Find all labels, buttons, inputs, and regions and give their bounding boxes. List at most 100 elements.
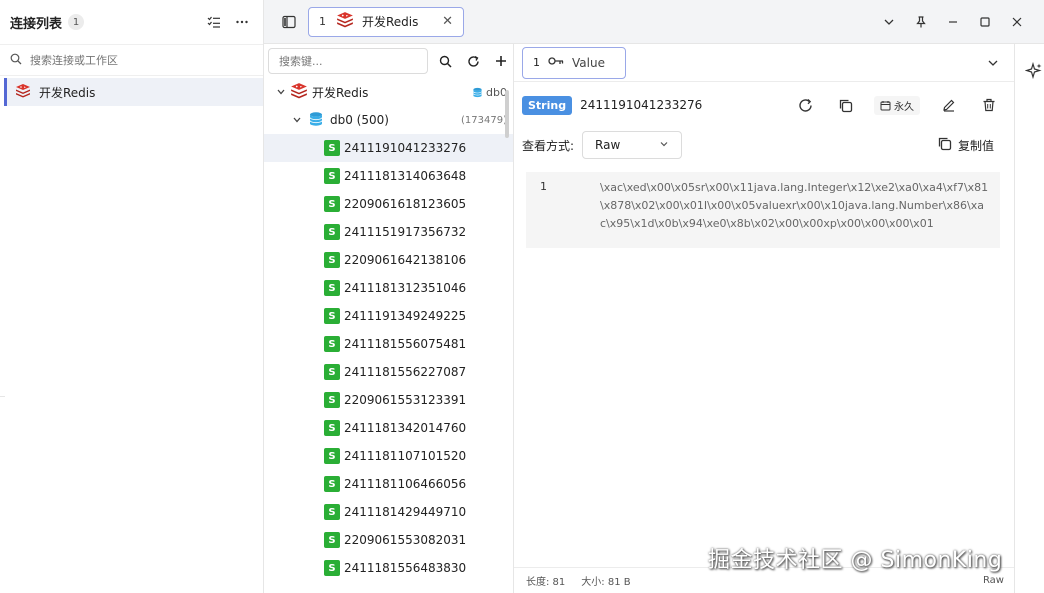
string-type-badge: S: [324, 532, 340, 548]
key-row[interactable]: S 2411181556075481: [264, 330, 513, 358]
key-row-label: 2411181107101520: [344, 449, 467, 463]
tree-db-row[interactable]: db0 (500) (173479): [264, 106, 513, 134]
search-icon[interactable]: [434, 50, 456, 72]
key-row-label: 2411181556227087: [344, 365, 467, 379]
tree-connection-row[interactable]: 开发Redis db0: [264, 78, 513, 106]
key-row-label: 2209061553082031: [344, 533, 467, 547]
tree-db-label: db0 (500): [330, 113, 389, 127]
key-row[interactable]: S 2411181556227087: [264, 358, 513, 386]
value-text[interactable]: \xac\xed\x00\x05sr\x00\x11java.lang.Inte…: [600, 179, 1000, 248]
key-row-label: 2411191041233276: [344, 141, 467, 155]
key-name[interactable]: 2411191041233276: [580, 98, 702, 112]
delete-icon[interactable]: [978, 94, 1000, 116]
key-row-label: 2411151917356732: [344, 225, 467, 239]
key-header: String 2411191041233276 永久: [514, 82, 1014, 128]
view-mode-value: Raw: [595, 138, 621, 152]
redis-icon: [15, 83, 31, 102]
value-editor[interactable]: 1 \xac\xed\x00\x05sr\x00\x11java.lang.In…: [526, 172, 1000, 248]
pin-icon[interactable]: [910, 11, 932, 33]
key-row[interactable]: S 2411181556483830: [264, 554, 513, 582]
ttl-label: 永久: [894, 101, 914, 113]
chevron-down-icon[interactable]: [982, 52, 1004, 74]
connection-search: [0, 44, 263, 76]
maximize-icon[interactable]: [974, 11, 996, 33]
status-length: 长度: 81: [526, 577, 566, 588]
key-row-label: 2209061618123605: [344, 197, 467, 211]
ttl-button[interactable]: 永久: [874, 95, 920, 115]
edit-icon[interactable]: [938, 94, 960, 116]
key-row-label: 2411181556075481: [344, 337, 467, 351]
tree-connection-db: db0: [472, 86, 507, 99]
line-number: 1: [540, 180, 547, 193]
string-type-badge: S: [324, 476, 340, 492]
string-type-badge: S: [324, 308, 340, 324]
divider: [0, 396, 5, 397]
key-row[interactable]: S 2411181314063648: [264, 162, 513, 190]
string-type-badge: S: [324, 364, 340, 380]
key-row[interactable]: S 2209061553123391: [264, 386, 513, 414]
key-row[interactable]: S 2411181106466056: [264, 470, 513, 498]
key-row[interactable]: S 2209061618123605: [264, 190, 513, 218]
status-size: 大小: 81 B: [581, 577, 631, 588]
chevron-down-icon[interactable]: [878, 11, 900, 33]
refresh-icon[interactable]: [794, 94, 816, 116]
window-controls: [878, 11, 1044, 33]
string-type-badge: S: [324, 252, 340, 268]
refresh-icon[interactable]: [462, 50, 484, 72]
connection-search-input[interactable]: [30, 53, 230, 67]
key-row[interactable]: S 2411181312351046: [264, 274, 513, 302]
copy-value-button[interactable]: 复制值: [937, 136, 994, 154]
string-type-badge: S: [324, 140, 340, 156]
tab-bar: 1 开发Redis ✕: [264, 0, 1044, 44]
add-key-icon[interactable]: [490, 50, 512, 72]
tab-value[interactable]: 1 Value: [522, 46, 626, 79]
key-row-label: 2411181429449710: [344, 505, 467, 519]
key-row[interactable]: S 2411191349249225: [264, 302, 513, 330]
tab-label: 开发Redis: [362, 15, 419, 29]
watermark: 掘金技术社区 @ SimonKing: [708, 548, 1003, 573]
string-type-badge: S: [324, 196, 340, 212]
view-mode-select[interactable]: Raw: [582, 131, 683, 159]
chevron-down-icon[interactable]: [290, 115, 304, 125]
chevron-down-icon[interactable]: [274, 87, 288, 97]
key-tree-toolbar: [264, 44, 513, 78]
key-row[interactable]: S 2411181107101520: [264, 442, 513, 470]
key-actions: 永久: [794, 94, 1014, 116]
key-row[interactable]: S 2209061553082031: [264, 526, 513, 554]
connection-panel-header: 连接列表 1: [0, 0, 263, 44]
string-type-badge: S: [324, 504, 340, 520]
string-type-badge: S: [324, 168, 340, 184]
redis-icon: [336, 11, 354, 32]
key-row-label: 2411181342014760: [344, 421, 467, 435]
key-row[interactable]: S 2411181342014760: [264, 414, 513, 442]
key-row-label: 2411181106466056: [344, 477, 467, 491]
sparkle-icon[interactable]: [1024, 61, 1043, 83]
copy-icon[interactable]: [834, 94, 856, 116]
key-row[interactable]: S 2411191041233276: [264, 134, 513, 162]
search-icon: [10, 53, 22, 68]
type-badge: String: [522, 95, 573, 115]
key-row[interactable]: S 2411181429449710: [264, 498, 513, 526]
status-mode: Raw: [982, 575, 1004, 586]
minimize-icon[interactable]: [942, 11, 964, 33]
key-search-input[interactable]: [268, 48, 428, 74]
value-panel: 1 Value String 2411191041233276 永久 查看方式:…: [514, 44, 1014, 593]
connection-item-label: 开发Redis: [39, 85, 96, 100]
key-row-label: 2411181312351046: [344, 281, 467, 295]
key-row-label: 2411181556483830: [344, 561, 467, 575]
more-icon[interactable]: [231, 11, 253, 33]
key-row[interactable]: S 2209061642138106: [264, 246, 513, 274]
connection-item[interactable]: 开发Redis: [4, 78, 263, 106]
window-close-icon[interactable]: [1006, 11, 1028, 33]
close-icon[interactable]: ✕: [442, 14, 453, 29]
sidebar-toggle-icon[interactable]: [278, 11, 300, 33]
view-mode-row: 查看方式: Raw 复制值: [514, 128, 1014, 162]
database-icon: [472, 87, 483, 98]
key-row[interactable]: S 2411151917356732: [264, 218, 513, 246]
key-icon: [548, 55, 564, 70]
key-row-label: 2411191349249225: [344, 309, 467, 323]
tree-scrollbar[interactable]: [505, 90, 509, 138]
checklist-icon[interactable]: [203, 11, 225, 33]
key-tree-panel: 开发Redis db0 db0 (500) (173479) S 24111910…: [264, 44, 514, 593]
tab-dev-redis[interactable]: 1 开发Redis ✕: [308, 6, 464, 37]
